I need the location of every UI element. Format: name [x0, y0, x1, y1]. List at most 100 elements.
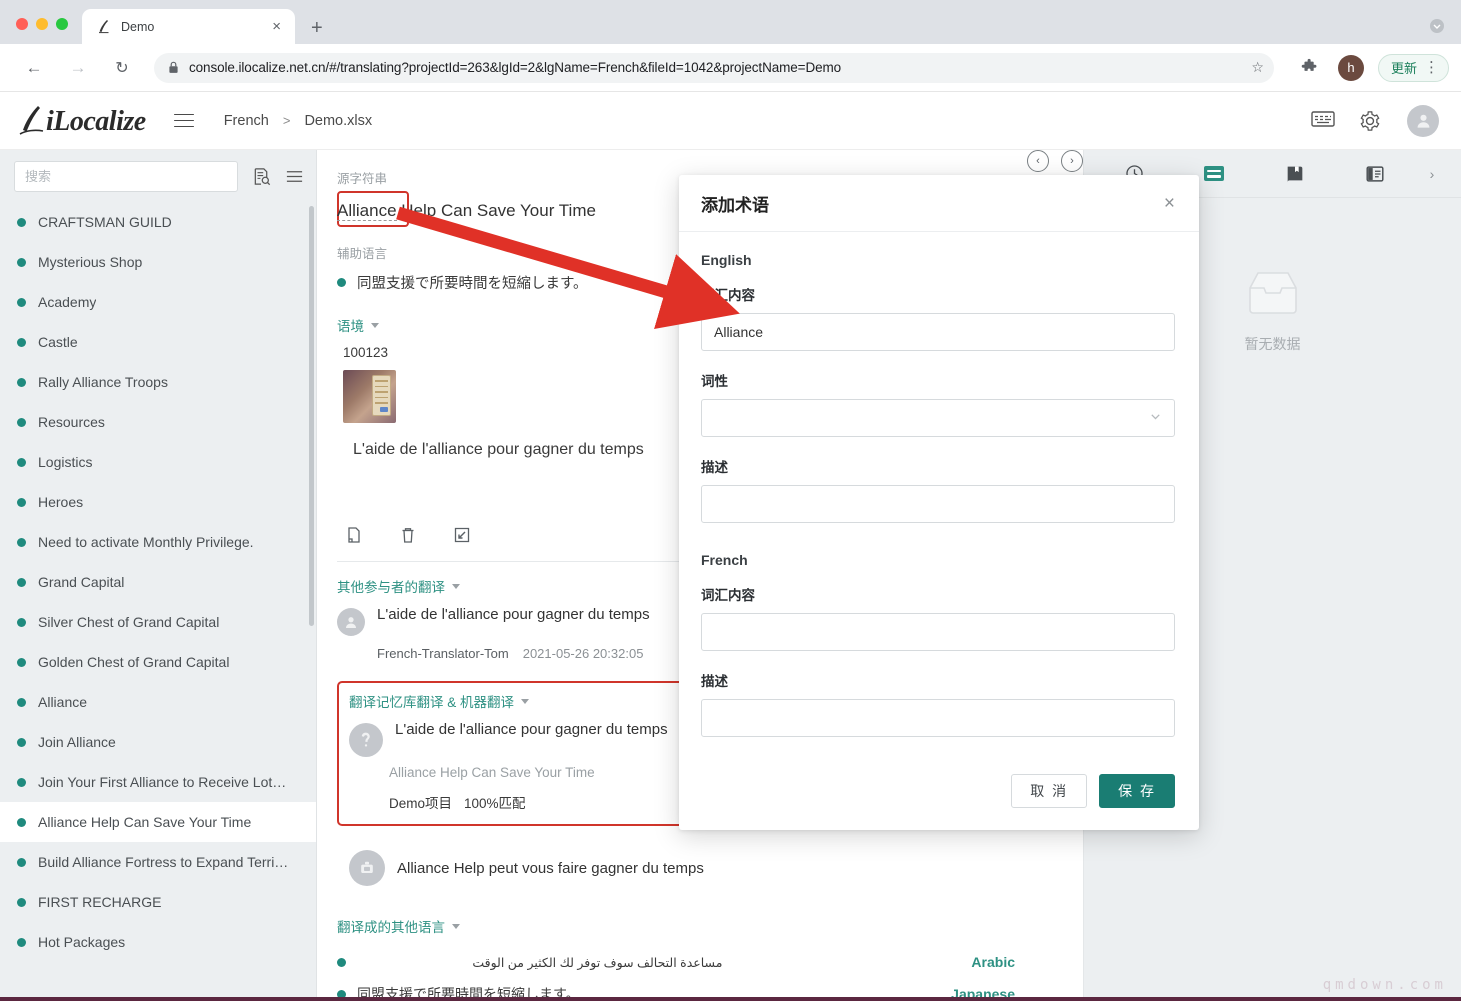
browser-profile-avatar[interactable]: h	[1337, 54, 1364, 81]
status-dot	[17, 337, 26, 347]
maximize-window-button[interactable]	[56, 18, 68, 30]
new-tab-button[interactable]: +	[311, 18, 323, 38]
list-item[interactable]: FIRST RECHARGE	[0, 882, 316, 922]
english-term-label: 词汇内容	[701, 288, 755, 303]
list-item[interactable]: Silver Chest of Grand Capital	[0, 602, 316, 642]
copy-icon[interactable]	[344, 525, 364, 545]
list-item[interactable]: Resources	[0, 402, 316, 442]
list-item[interactable]: Rally Alliance Troops	[0, 362, 316, 402]
chevron-down-icon[interactable]	[452, 583, 460, 589]
tm-translation-text[interactable]: L'aide de l'alliance pour gagner du temp…	[395, 721, 668, 738]
list-item[interactable]: Alliance Help Can Save Your Time	[0, 802, 316, 842]
source-string-text: Alliance Help Can Save Your Time	[337, 201, 596, 221]
address-bar[interactable]: console.ilocalize.net.cn/#/translating?p…	[154, 52, 1274, 83]
status-dot	[17, 697, 26, 707]
status-dot	[17, 737, 26, 747]
screenshot-root: Demo × + ← → ↻ console.ilocalize.net.cn/…	[0, 0, 1461, 1001]
english-term-input[interactable]	[701, 313, 1175, 351]
browser-back-button[interactable]: ←	[18, 52, 50, 84]
sidebar-scrollbar[interactable]	[309, 206, 314, 626]
list-item[interactable]: Build Alliance Fortress to Expand Terri…	[0, 842, 316, 882]
ilocalize-logo[interactable]: iLocalize	[18, 104, 146, 138]
close-tab-button[interactable]: ×	[268, 17, 285, 36]
browser-menu-kebab-icon[interactable]: ⋮	[1424, 60, 1439, 75]
more-tabs-button[interactable]: ›	[1415, 166, 1449, 182]
list-item[interactable]: Grand Capital	[0, 562, 316, 602]
status-dot	[17, 217, 26, 227]
list-item[interactable]: Heroes	[0, 482, 316, 522]
other-languages-header[interactable]: 翻译成的其他语言	[337, 916, 1057, 936]
list-item[interactable]: Logistics	[0, 442, 316, 482]
minimize-window-button[interactable]	[36, 18, 48, 30]
sidebar-toggle-hamburger-icon[interactable]	[173, 109, 194, 132]
browser-tab[interactable]: Demo ×	[82, 9, 295, 44]
tab-glossary[interactable]	[1255, 150, 1335, 197]
english-pos-select[interactable]	[701, 399, 1175, 437]
close-icon[interactable]: ×	[1164, 194, 1175, 213]
logo-text: iLocalize	[46, 105, 146, 137]
sidebar-search-row	[0, 150, 316, 202]
browser-forward-button[interactable]: →	[62, 52, 94, 84]
status-dot	[17, 577, 26, 587]
list-item[interactable]: Hot Packages	[0, 922, 316, 962]
chevron-down-icon[interactable]	[371, 322, 379, 328]
chevron-down-icon[interactable]	[521, 698, 530, 704]
list-item[interactable]: Mysterious Shop	[0, 242, 316, 282]
status-dot	[17, 897, 26, 907]
other-languages-list: مساعدة التحالف سوف توفر لك الكثير من الو…	[337, 946, 1057, 1001]
list-item-label: Resources	[38, 414, 105, 430]
tm-match-percent: 100%匹配	[464, 796, 526, 811]
french-term-input[interactable]	[701, 613, 1175, 651]
dialog-header: 添加术语 ×	[679, 175, 1199, 232]
browser-update-button[interactable]: 更新 ⋮	[1377, 53, 1449, 82]
list-item-label: Silver Chest of Grand Capital	[38, 614, 220, 630]
breadcrumb-language[interactable]: French	[224, 113, 269, 129]
extensions-puzzle-icon[interactable]	[1298, 56, 1322, 80]
breadcrumb-file[interactable]: Demo.xlsx	[304, 113, 372, 129]
list-item[interactable]: CRAFTSMAN GUILD	[0, 202, 316, 242]
list-item-label: Alliance	[38, 694, 88, 710]
english-pos-label: 词性	[701, 374, 728, 389]
english-desc-input[interactable]	[701, 485, 1175, 523]
source-term-alliance[interactable]: Alliance	[337, 201, 397, 221]
gear-icon[interactable]	[1359, 110, 1381, 132]
list-menu-icon[interactable]	[285, 167, 304, 186]
save-button[interactable]: 保 存	[1099, 774, 1175, 808]
french-desc-input[interactable]	[701, 699, 1175, 737]
bookmark-star-icon[interactable]: ☆	[1251, 59, 1264, 76]
translator-avatar-icon	[337, 608, 365, 636]
close-window-button[interactable]	[16, 18, 28, 30]
other-language-row[interactable]: مساعدة التحالف سوف توفر لك الكثير من الو…	[337, 946, 1057, 978]
string-list[interactable]: CRAFTSMAN GUILD Mysterious Shop Academy Cas…	[0, 202, 316, 993]
search-input[interactable]	[14, 161, 238, 192]
user-avatar[interactable]	[1407, 104, 1439, 137]
insert-icon[interactable]	[452, 525, 472, 545]
delete-icon[interactable]	[398, 525, 418, 545]
next-string-button[interactable]: ›	[1061, 150, 1083, 172]
browser-tab-strip: Demo × +	[0, 0, 1461, 44]
other-translators-title: 其他参与者的翻译	[337, 580, 445, 595]
context-label: 语境	[337, 319, 364, 334]
browser-reload-button[interactable]: ↻	[106, 52, 138, 84]
status-dot	[337, 957, 346, 967]
list-item[interactable]: Golden Chest of Grand Capital	[0, 642, 316, 682]
tab-search-chevron-down-icon[interactable]	[1429, 18, 1445, 34]
list-item[interactable]: Alliance	[0, 682, 316, 722]
tab-reference[interactable]	[1335, 150, 1415, 197]
list-item[interactable]: Join Your First Alliance to Receive Lot…	[0, 762, 316, 802]
machine-translation-text[interactable]: Alliance Help peut vous faire gagner du …	[397, 860, 704, 877]
previous-string-button[interactable]: ‹	[1027, 150, 1049, 172]
context-screenshot-thumbnail[interactable]	[343, 370, 396, 423]
list-item[interactable]: Castle	[0, 322, 316, 362]
list-item[interactable]: Need to activate Monthly Privilege.	[0, 522, 316, 562]
document-search-icon[interactable]	[252, 167, 271, 186]
keyboard-icon[interactable]	[1311, 110, 1335, 132]
chevron-down-icon[interactable]	[452, 923, 460, 929]
list-item[interactable]: Join Alliance	[0, 722, 316, 762]
cancel-button[interactable]: 取 消	[1011, 774, 1088, 808]
other-translator-text[interactable]: L'aide de l'alliance pour gagner du temp…	[377, 606, 650, 623]
list-item-label: Academy	[38, 294, 97, 310]
ilocalize-favicon-icon	[96, 19, 112, 35]
translation-memory-icon	[349, 723, 383, 757]
list-item[interactable]: Academy	[0, 282, 316, 322]
